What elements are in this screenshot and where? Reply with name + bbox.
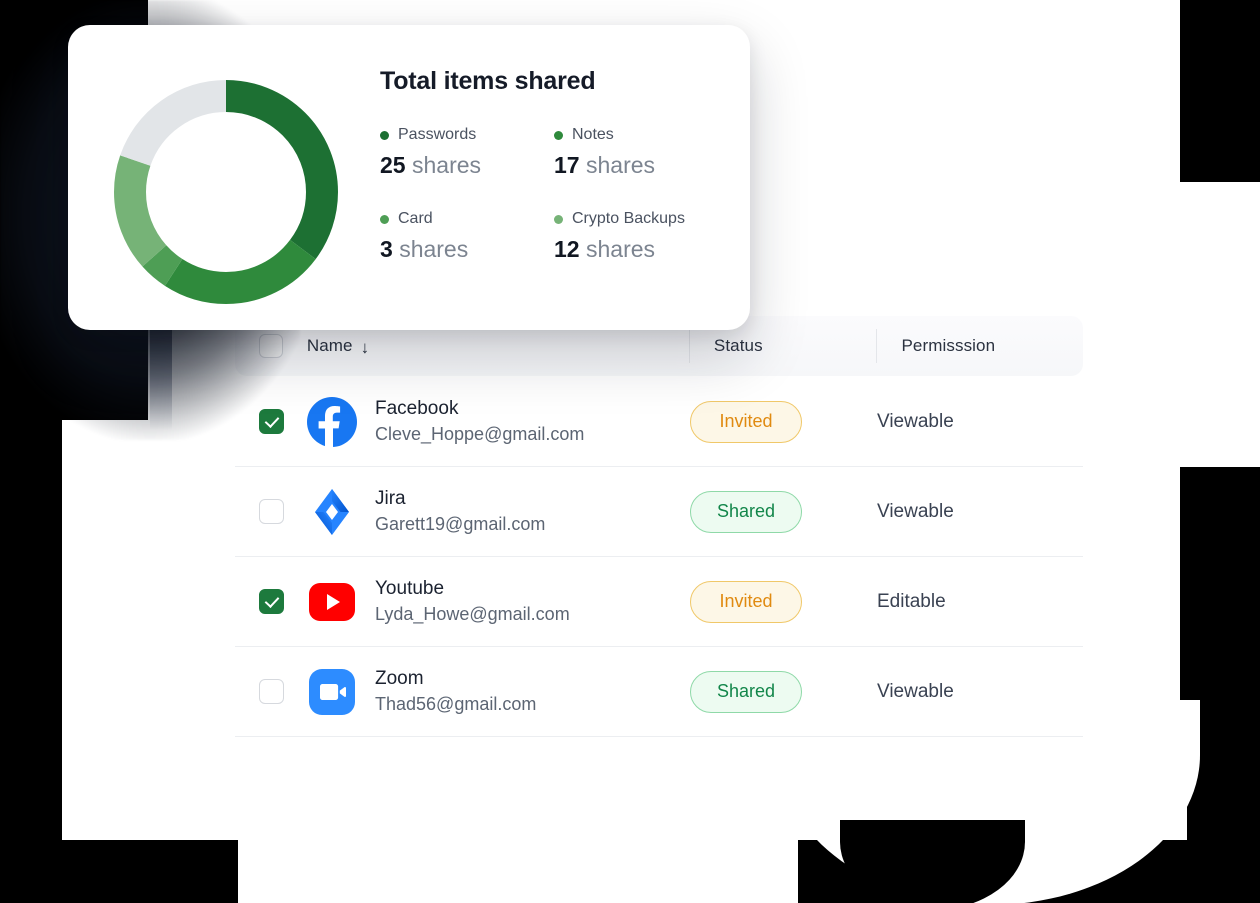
row-app-name: Youtube [375,577,445,599]
row-checkbox[interactable] [258,679,284,704]
row-permission-cell: Viewable [877,467,1083,556]
legend-head: Card [380,210,554,228]
row-permission-cell: Viewable [877,647,1083,736]
row-email: Garett19@gmail.com [375,513,546,534]
legend-unit: shares [585,152,656,178]
legend-label: Passwords [398,126,477,143]
row-name-cell: Zoom Thad56@gmail.com [307,647,690,736]
background-plate-tail [238,826,798,903]
youtube-icon [307,577,357,627]
legend-item-crypto-backups: Crypto Backups 12 shares [554,210,720,262]
table-header-name-label: Name [306,336,353,355]
table-header-permission-label: Permisssion [901,336,996,355]
status-badge[interactable]: Shared [690,490,802,533]
legend-item-notes: Notes 17 shares [554,126,720,178]
legend-dot-icon [380,130,389,140]
row-name-cell: Facebook Cleve_Hoppe@gmail.com [307,377,690,466]
legend-number: 25 [380,152,406,178]
donut-svg [114,80,338,304]
row-permission[interactable]: Viewable [877,681,954,703]
row-status-cell: Shared [690,647,877,736]
legend-dot-icon [380,214,389,224]
row-app-name: Facebook [375,397,459,419]
row-app-name: Zoom [375,667,424,689]
row-select-cell[interactable] [235,647,307,736]
row-permission[interactable]: Editable [877,591,946,613]
table-row[interactable]: Facebook Cleve_Hoppe@gmail.com Invited V… [235,377,1083,467]
total-items-shared-card: Total items shared Passwords 25 shares N… [68,25,750,330]
legend-value: 3 shares [380,237,554,262]
legend-label: Crypto Backups [572,210,685,228]
zoom-icon [307,667,357,717]
row-permission[interactable]: Viewable [877,501,954,523]
legend-item-card: Card 3 shares [380,210,554,262]
status-badge[interactable]: Invited [690,580,802,623]
row-name-block: Youtube Lyda_Howe@gmail.com [375,578,570,625]
row-select-cell[interactable] [235,467,307,556]
legend-number: 17 [554,152,580,178]
status-badge[interactable]: Shared [690,670,802,713]
legend-value: 17 shares [554,152,720,178]
row-email: Lyda_Howe@gmail.com [375,603,570,624]
table-row[interactable]: Jira Garett19@gmail.com Shared Viewable [235,467,1083,557]
screenshot-stage: Name ↓ Status Permisssion Facebook Cleve… [0,0,1260,903]
legend: Passwords 25 shares Notes 17 shares Card… [380,126,720,263]
legend-number: 12 [554,236,580,263]
row-status-cell: Shared [690,467,877,556]
arrow-down-icon[interactable]: ↓ [361,339,370,356]
legend-number: 3 [380,236,393,263]
table-header-permission[interactable]: Permisssion [877,316,1083,376]
legend-head: Passwords [380,126,554,144]
row-email: Thad56@gmail.com [375,693,537,714]
legend-head: Crypto Backups [554,210,720,228]
row-app-name: Jira [375,487,406,509]
status-badge[interactable]: Invited [690,400,802,443]
row-checkbox[interactable] [258,499,284,524]
table-row[interactable]: Youtube Lyda_Howe@gmail.com Invited Edit… [235,557,1083,647]
row-status-cell: Invited [690,377,877,466]
legend-unit: shares [585,236,656,263]
background-plate-upper [1096,182,1260,467]
shared-items-donut-chart [106,72,346,312]
row-name-block: Facebook Cleve_Hoppe@gmail.com [375,398,584,445]
row-email: Cleve_Hoppe@gmail.com [375,423,585,444]
card-content: Total items shared Passwords 25 shares N… [380,67,720,263]
row-status-cell: Invited [690,557,877,646]
row-name-block: Zoom Thad56@gmail.com [375,668,536,715]
row-name-block: Jira Garett19@gmail.com [375,488,545,535]
background-plate-left [62,420,172,720]
table-header-status-label: Status [713,336,763,355]
table-row[interactable]: Zoom Thad56@gmail.com Shared Viewable [235,647,1083,737]
legend-label: Card [398,210,433,228]
row-permission-cell: Editable [877,557,1083,646]
row-permission[interactable]: Viewable [877,411,954,433]
row-name-cell: Jira Garett19@gmail.com [307,467,690,556]
facebook-icon [307,396,357,447]
legend-unit: shares [399,236,469,263]
legend-unit: shares [411,152,482,178]
row-checkbox[interactable] [258,589,284,614]
row-permission-cell: Viewable [877,377,1083,466]
legend-dot-icon [554,214,563,224]
row-select-cell[interactable] [235,557,307,646]
legend-value: 25 shares [380,152,554,178]
legend-value: 12 shares [554,237,720,262]
legend-head: Notes [554,126,720,144]
legend-item-passwords: Passwords 25 shares [380,126,554,178]
legend-label: Notes [572,126,614,143]
row-name-cell: Youtube Lyda_Howe@gmail.com [307,557,690,646]
page-title: Total items shared [380,67,596,95]
table-body: Facebook Cleve_Hoppe@gmail.com Invited V… [235,377,1083,737]
legend-dot-icon [554,130,563,140]
jira-icon [307,487,357,537]
